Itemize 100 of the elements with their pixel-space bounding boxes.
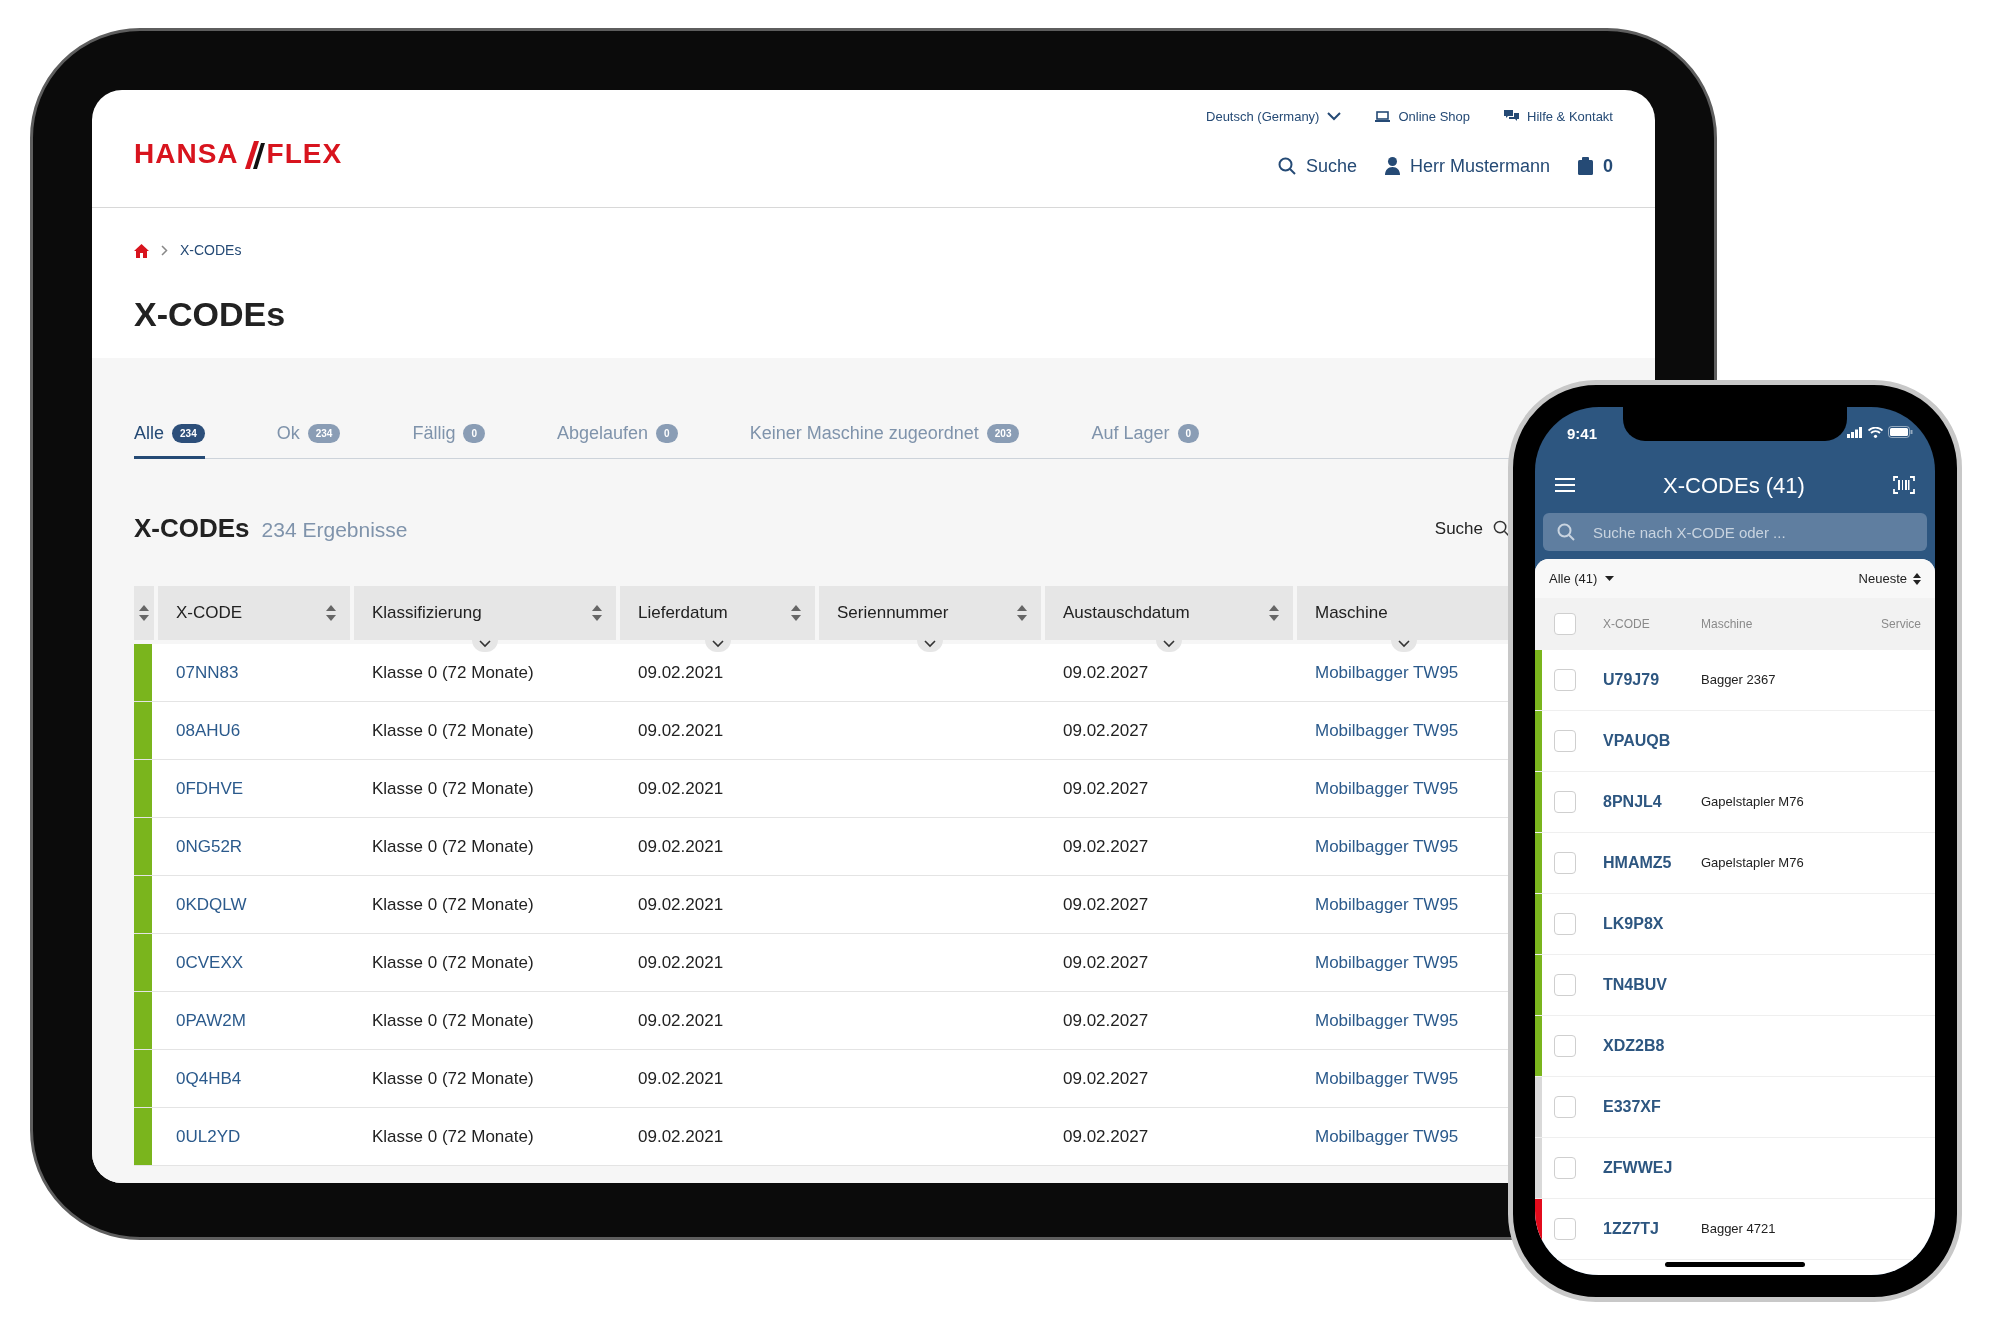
chevron-right-icon xyxy=(161,245,168,256)
table-cell-text: 09.02.2027 xyxy=(1063,835,1149,858)
table-link[interactable]: 0CVEXX xyxy=(176,949,244,976)
machine-name: Bagger 2367 xyxy=(1701,671,1776,690)
table-link[interactable]: 08AHU6 xyxy=(176,717,241,744)
search-icon xyxy=(1277,157,1296,175)
x-code-link[interactable]: HMAMZ5 xyxy=(1603,851,1701,875)
user-icon xyxy=(1384,157,1400,175)
table-cell-text: 09.02.2021 xyxy=(638,951,724,974)
language-selector[interactable]: Deutsch (Germany) xyxy=(1206,107,1342,127)
table-link[interactable]: 0NG52R xyxy=(176,833,243,860)
checkbox[interactable] xyxy=(1554,613,1576,635)
checkbox[interactable] xyxy=(1554,791,1576,813)
machine-name: Bagger 4721 xyxy=(1701,1220,1776,1239)
table-link[interactable]: Mobilbagger TW95 xyxy=(1315,775,1459,802)
table-link[interactable]: Mobilbagger TW95 xyxy=(1315,659,1459,686)
sort-icon[interactable] xyxy=(791,605,801,621)
home-icon[interactable] xyxy=(134,243,149,258)
checkbox[interactable] xyxy=(1554,974,1576,996)
count-badge: 234 xyxy=(172,424,205,443)
column-header[interactable]: Seriennummer xyxy=(819,586,1041,640)
tab[interactable]: Alle 234 xyxy=(134,420,205,459)
table-link[interactable]: Mobilbagger TW95 xyxy=(1315,1065,1459,1092)
table-link[interactable]: Mobilbagger TW95 xyxy=(1315,833,1459,860)
table-search[interactable]: Suche xyxy=(1434,515,1510,542)
x-code-link[interactable]: TN4BUV xyxy=(1603,973,1701,997)
table-link[interactable]: 07NN83 xyxy=(176,659,239,686)
table-cell-text: 09.02.2027 xyxy=(1063,661,1149,684)
column-label: X-CODE xyxy=(1603,616,1651,633)
table-link[interactable]: Mobilbagger TW95 xyxy=(1315,1007,1459,1034)
table-cell-text: 09.02.2021 xyxy=(638,1125,724,1148)
search-icon xyxy=(1493,520,1510,537)
count-badge: 0 xyxy=(1177,424,1200,443)
table-link[interactable]: Mobilbagger TW95 xyxy=(1315,891,1459,918)
column-header[interactable]: Klassifizierung xyxy=(354,586,616,640)
column-header[interactable]: Maschine xyxy=(1297,586,1510,640)
column-header[interactable]: X-CODE xyxy=(158,586,350,640)
column-header[interactable]: Lieferdatum xyxy=(620,586,815,640)
checkbox[interactable] xyxy=(1554,669,1576,691)
table-cell-text: 09.02.2021 xyxy=(638,893,724,916)
breadcrumb-link[interactable]: X-CODEs xyxy=(180,240,242,261)
x-code-link[interactable]: 8PNJL4 xyxy=(1603,790,1701,814)
sort-header[interactable] xyxy=(134,586,154,640)
checkbox[interactable] xyxy=(1554,1035,1576,1057)
x-code-link[interactable]: VPAUQB xyxy=(1603,729,1701,753)
x-code-link[interactable]: E337XF xyxy=(1603,1095,1701,1119)
nav-link[interactable]: Herr Mustermann xyxy=(1384,152,1550,180)
table-link[interactable]: 0UL2YD xyxy=(176,1123,241,1150)
section-title: X-CODEs xyxy=(134,512,250,545)
app-title: X-CODEs (41) xyxy=(1663,471,1805,500)
x-code-link[interactable]: 1ZZ7TJ xyxy=(1603,1217,1701,1241)
table-link[interactable]: 0PAW2M xyxy=(176,1007,246,1034)
sort-icon[interactable] xyxy=(1017,605,1027,621)
header-link[interactable]: Online Shop xyxy=(1375,107,1470,127)
table-link[interactable]: Mobilbagger TW95 xyxy=(1315,1123,1459,1150)
column-header[interactable]: Austauschdatum xyxy=(1045,586,1293,640)
x-code-link[interactable]: ZFWWEJ xyxy=(1603,1156,1701,1180)
status-time: 9:41 xyxy=(1567,424,1598,444)
barcode-scanner-icon[interactable] xyxy=(1893,476,1915,494)
table-link[interactable]: Mobilbagger TW95 xyxy=(1315,949,1459,976)
machine-name: Gapelstapler M76 xyxy=(1701,793,1804,812)
sort-icon[interactable] xyxy=(139,605,149,621)
table-link[interactable]: 0KDQLW xyxy=(176,891,247,918)
column-label: Maschine xyxy=(1701,616,1754,633)
header-link[interactable]: Hilfe & Kontakt xyxy=(1504,107,1613,127)
checkbox[interactable] xyxy=(1554,1096,1576,1118)
nav-link[interactable]: Suche xyxy=(1277,152,1357,180)
result-count: 234 Ergebnisse xyxy=(261,517,408,543)
table-cell-text: Klasse 0 (72 Monate) xyxy=(372,893,534,916)
checkbox[interactable] xyxy=(1554,730,1576,752)
table-cell-text: 09.02.2027 xyxy=(1063,893,1149,916)
wifi-icon xyxy=(1868,426,1883,438)
table-link[interactable]: Mobilbagger TW95 xyxy=(1315,717,1459,744)
filter-dropdown[interactable]: Alle (41) xyxy=(1549,568,1615,589)
x-code-link[interactable]: LK9P8X xyxy=(1603,912,1701,936)
menu-icon[interactable] xyxy=(1555,478,1575,492)
checkbox[interactable] xyxy=(1554,852,1576,874)
table-cell-text: Klasse 0 (72 Monate) xyxy=(372,719,534,742)
column-label: Service xyxy=(1881,616,1921,633)
sort-icon[interactable] xyxy=(592,605,602,621)
sort-icon xyxy=(1913,572,1921,585)
sort-icon[interactable] xyxy=(326,605,336,621)
table-cell-text: Klasse 0 (72 Monate) xyxy=(372,835,534,858)
x-code-link[interactable]: XDZ2B8 xyxy=(1603,1034,1701,1058)
checkbox[interactable] xyxy=(1554,1218,1576,1240)
sort-dropdown[interactable]: Neueste xyxy=(1858,568,1921,589)
x-code-link[interactable]: U79J79 xyxy=(1603,668,1701,692)
cart-link[interactable]: 0 xyxy=(1578,152,1613,180)
table-link[interactable]: 0FDHVE xyxy=(176,775,244,802)
table-cell-text: Klasse 0 (72 Monate) xyxy=(372,1125,534,1148)
table-cell-text: 09.02.2021 xyxy=(638,1009,724,1032)
table-cell-text: 09.02.2027 xyxy=(1063,951,1149,974)
sort-icon[interactable] xyxy=(1269,605,1279,621)
table-cell-text: 09.02.2027 xyxy=(1063,719,1149,742)
machine-name: Gapelstapler M76 xyxy=(1701,854,1804,873)
checkbox[interactable] xyxy=(1554,913,1576,935)
checkbox[interactable] xyxy=(1554,1157,1576,1179)
table-link[interactable]: 0Q4HB4 xyxy=(176,1065,242,1092)
signal-icon xyxy=(1847,426,1863,438)
search-field[interactable]: Suche nach X-CODE oder ... xyxy=(1543,513,1927,551)
